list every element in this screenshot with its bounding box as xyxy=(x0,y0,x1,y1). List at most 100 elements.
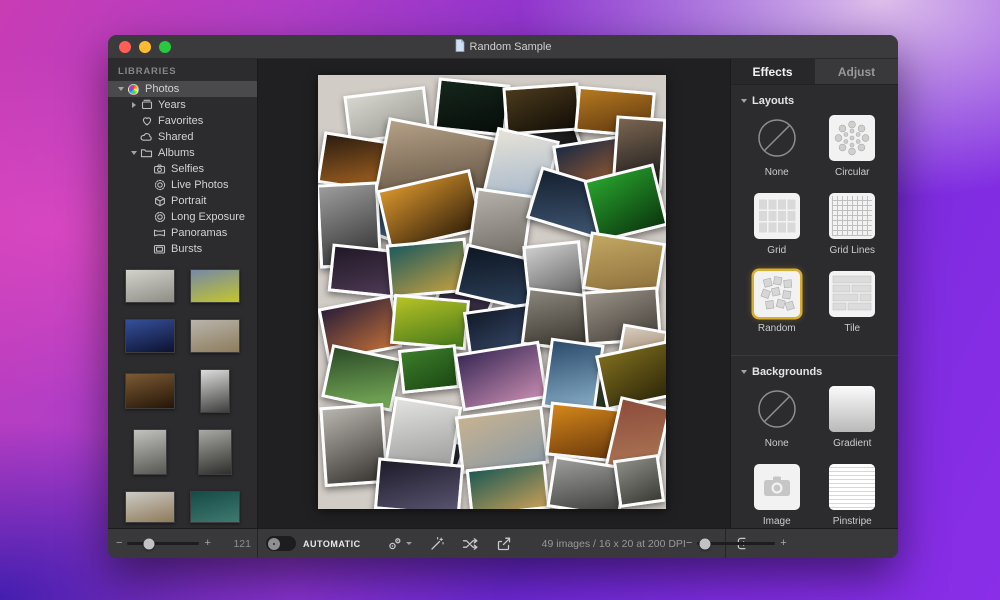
image-icon[interactable] xyxy=(754,464,800,510)
disclosure-icon[interactable] xyxy=(129,102,139,108)
document-icon xyxy=(455,39,465,55)
tile-icon[interactable] xyxy=(829,271,875,317)
settings-icon[interactable] xyxy=(387,536,412,552)
collage-photo[interactable] xyxy=(398,344,460,394)
grid-icon[interactable] xyxy=(754,193,800,239)
disclosure-icon[interactable] xyxy=(129,151,139,155)
size-slider-track[interactable] xyxy=(697,542,775,545)
backgrounds-option-gradient[interactable]: Gradient xyxy=(815,386,891,450)
thumbnail-yellow-field[interactable] xyxy=(190,269,240,303)
layouts-option-none[interactable]: None xyxy=(739,115,815,179)
collage-photo[interactable] xyxy=(390,294,470,350)
grid-lines-icon[interactable] xyxy=(829,193,875,239)
sidebar-item-label: Albums xyxy=(158,147,195,159)
collage-photo[interactable] xyxy=(321,344,403,412)
collage-photo[interactable] xyxy=(466,461,551,509)
sidebar-item-label: Photos xyxy=(145,83,179,95)
wand-icon[interactable] xyxy=(429,536,445,552)
sidebar-item-label: Shared xyxy=(158,131,193,143)
backgrounds-option-pinstripe[interactable]: Pinstripe xyxy=(815,464,891,528)
none-icon[interactable] xyxy=(754,115,800,161)
automatic-toggle[interactable] xyxy=(266,536,296,551)
sidebar-item-photos[interactable]: Photos xyxy=(108,81,257,97)
live-photo-icon xyxy=(152,179,167,191)
sidebar-item-live-photos[interactable]: Live Photos xyxy=(108,177,257,193)
thumbnail-bw-harbor[interactable] xyxy=(198,429,232,475)
none-icon[interactable] xyxy=(754,386,800,432)
thumbnail-list xyxy=(108,269,257,523)
sidebar-item-label: Bursts xyxy=(171,243,202,255)
thumbnail-beach-dog[interactable] xyxy=(190,319,240,353)
zoom-slider-track[interactable] xyxy=(127,542,199,545)
sidebar-item-label: Live Photos xyxy=(171,179,228,191)
sidebar-item-shared[interactable]: Shared xyxy=(108,129,257,145)
export-icon[interactable] xyxy=(496,536,512,552)
section-title: Layouts xyxy=(752,95,794,107)
tile-label: Gradient xyxy=(833,438,871,450)
sidebar: LIBRARIES PhotosYearsFavoritesSharedAlbu… xyxy=(108,59,258,528)
main-canvas-area xyxy=(258,59,730,528)
layouts-grid: NoneCircularGrid Grid Lines Random Tile xyxy=(731,113,898,349)
disclosure-icon xyxy=(741,99,747,103)
tile-label: Image xyxy=(763,516,791,528)
camera-icon xyxy=(152,163,167,175)
size-decrease-button[interactable]: − xyxy=(686,538,692,549)
collage-canvas[interactable] xyxy=(318,75,666,509)
sidebar-item-selfies[interactable]: Selfies xyxy=(108,161,257,177)
layouts-option-random[interactable]: Random xyxy=(739,271,815,335)
photos-colorwheel-icon xyxy=(126,83,141,95)
thumbnail-sepia-hall[interactable] xyxy=(125,373,175,409)
thumbnail-beach[interactable] xyxy=(125,491,175,523)
tab-adjust[interactable]: Adjust xyxy=(815,59,898,84)
random-icon[interactable] xyxy=(754,271,800,317)
layouts-option-tile[interactable]: Tile xyxy=(815,271,891,335)
shuffle-icon[interactable] xyxy=(462,536,479,552)
layouts-option-grid-lines[interactable]: Grid Lines xyxy=(815,193,891,257)
collage-photo[interactable] xyxy=(454,341,548,412)
disclosure-icon xyxy=(741,370,747,374)
tile-label: Tile xyxy=(844,323,860,335)
zoom-in-button[interactable]: + xyxy=(204,538,210,549)
tab-effects[interactable]: Effects xyxy=(731,59,815,84)
sidebar-item-panoramas[interactable]: Panoramas xyxy=(108,225,257,241)
layouts-option-circular[interactable]: Circular xyxy=(815,115,891,179)
zoom-out-button[interactable]: − xyxy=(116,538,122,549)
size-slider-knob[interactable] xyxy=(700,538,711,549)
disclosure-icon[interactable] xyxy=(116,87,126,91)
backgrounds-option-image[interactable]: Image xyxy=(739,464,815,528)
status-text: 49 images / 16 x 20 at 200 DPI xyxy=(542,538,686,550)
section-title: Backgrounds xyxy=(752,366,822,378)
backgrounds-option-none[interactable]: None xyxy=(739,386,815,450)
backgrounds-grid: None Gradient Image Pinstripe xyxy=(731,384,898,528)
section-header-layouts[interactable]: Layouts xyxy=(731,85,898,113)
sidebar-item-albums[interactable]: Albums xyxy=(108,145,257,161)
title-bar[interactable]: Random Sample xyxy=(108,35,898,59)
thumbnail-bw-street[interactable] xyxy=(200,369,230,413)
sidebar-item-label: Panoramas xyxy=(171,227,227,239)
cube-icon xyxy=(152,195,167,207)
sidebar-item-portrait[interactable]: Portrait xyxy=(108,193,257,209)
tile-label: Grid Lines xyxy=(829,245,875,257)
circular-icon[interactable] xyxy=(829,115,875,161)
thumbnail-bw-sketch[interactable] xyxy=(125,269,175,303)
window-title: Random Sample xyxy=(470,41,552,53)
sidebar-item-label: Portrait xyxy=(171,195,206,207)
collage-photo[interactable] xyxy=(374,457,464,509)
zoom-slider[interactable]: − + xyxy=(116,538,211,549)
cloud-icon xyxy=(139,131,154,143)
collage-photo[interactable] xyxy=(613,454,665,508)
pinstripe-icon[interactable] xyxy=(829,464,875,510)
collage-photo[interactable] xyxy=(502,82,581,135)
sidebar-item-favorites[interactable]: Favorites xyxy=(108,113,257,129)
sidebar-item-bursts[interactable]: Bursts xyxy=(108,241,257,257)
zoom-slider-knob[interactable] xyxy=(144,538,155,549)
effects-panel: EffectsAdjust LayoutsNoneCircularGridGri… xyxy=(730,59,898,528)
thumbnail-teal-boat[interactable] xyxy=(190,491,240,523)
thumbnail-bw-pier[interactable] xyxy=(133,429,167,475)
sidebar-item-long-exposure[interactable]: Long Exposure xyxy=(108,209,257,225)
section-header-backgrounds[interactable]: Backgrounds xyxy=(731,356,898,384)
sidebar-item-years[interactable]: Years xyxy=(108,97,257,113)
layouts-option-grid[interactable]: Grid xyxy=(739,193,815,257)
thumbnail-blue-pyramid[interactable] xyxy=(125,319,175,353)
gradient-icon[interactable] xyxy=(829,386,875,432)
